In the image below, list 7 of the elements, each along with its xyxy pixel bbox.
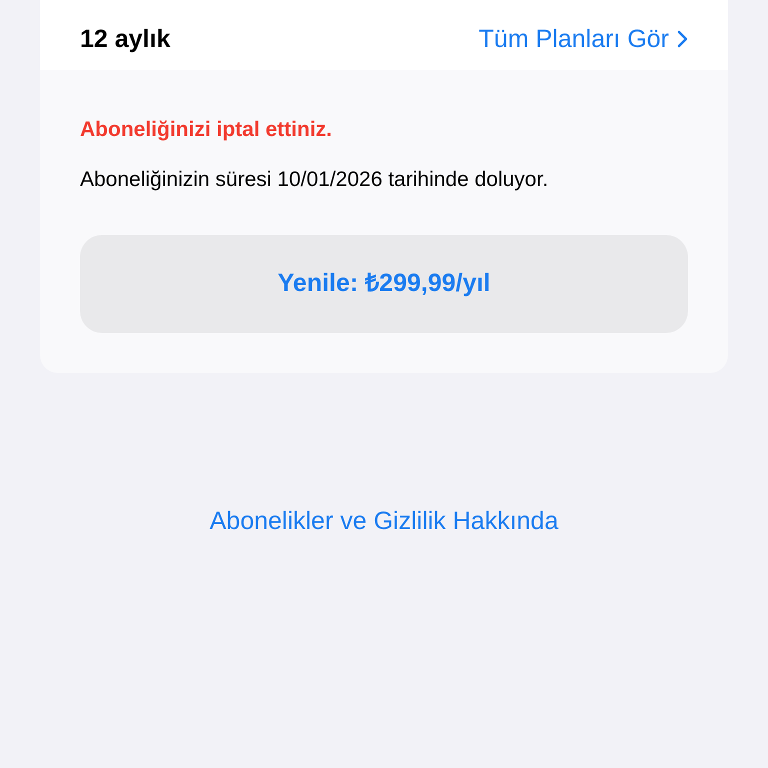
chevron-right-icon — [677, 30, 688, 48]
renew-button[interactable]: Yenile: ₺299,99/yıl — [80, 235, 688, 333]
expiry-message: Aboneliğinizin süresi 10/01/2026 tarihinde doluyor. — [80, 166, 550, 192]
plan-title: 12 aylık — [80, 24, 170, 54]
all-plans-link[interactable]: Tüm Planları Gör — [478, 20, 688, 58]
cancellation-notice: Aboneliğinizi iptal ettiniz. — [80, 117, 333, 143]
privacy-link[interactable]: Abonelikler ve Gizlilik Hakkında — [210, 507, 558, 535]
